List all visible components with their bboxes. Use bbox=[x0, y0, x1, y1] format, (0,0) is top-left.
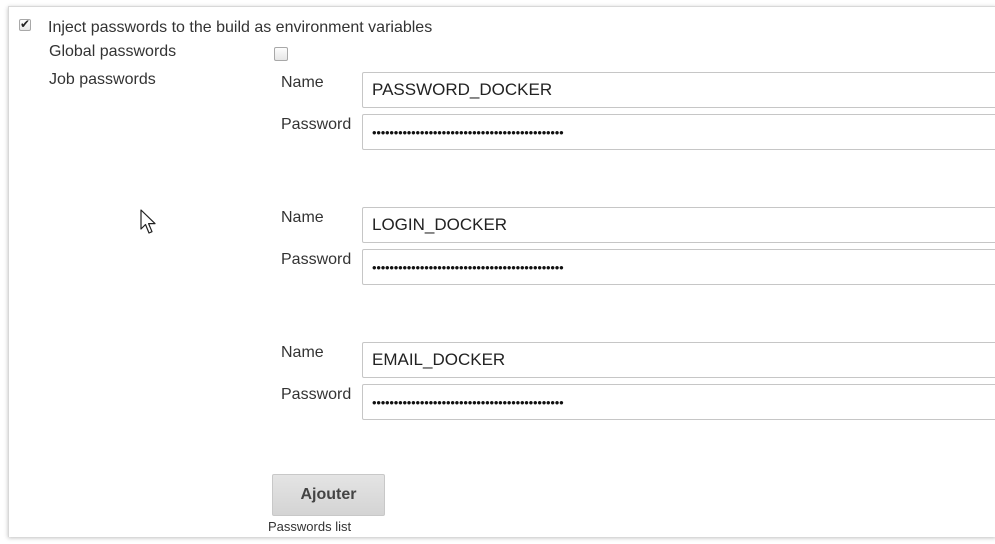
entry-password-input[interactable]: ••••••••••••••••••••••••••••••••••••••••… bbox=[362, 384, 995, 420]
passwords-list-hint: Passwords list bbox=[268, 519, 352, 534]
entry-name-input[interactable]: LOGIN_DOCKER bbox=[362, 207, 995, 243]
global-passwords-checkbox[interactable] bbox=[274, 47, 288, 61]
entry-name-label: Name bbox=[281, 209, 324, 226]
entry-password-label: Password bbox=[281, 386, 352, 403]
entry-password-input[interactable]: ••••••••••••••••••••••••••••••••••••••••… bbox=[362, 114, 995, 150]
entry-name-input[interactable]: PASSWORD_DOCKER bbox=[362, 72, 995, 108]
mouse-pointer-icon bbox=[140, 209, 156, 234]
entry-password-label: Password bbox=[281, 116, 352, 133]
inject-passwords-checkbox[interactable]: ✔ bbox=[19, 17, 31, 31]
entry-name-label: Name bbox=[281, 344, 324, 361]
global-passwords-label: Global passwords bbox=[49, 43, 177, 60]
passwords-config-panel: ✔ Inject passwords to the build as envir… bbox=[8, 6, 995, 537]
check-icon: ✔ bbox=[20, 17, 31, 31]
inject-passwords-label: Inject passwords to the build as environ… bbox=[48, 19, 433, 36]
entry-name-label: Name bbox=[281, 74, 324, 91]
add-password-button[interactable]: Ajouter bbox=[272, 474, 385, 516]
entry-password-label: Password bbox=[281, 251, 352, 268]
entry-name-input[interactable]: EMAIL_DOCKER bbox=[362, 342, 995, 378]
job-passwords-label: Job passwords bbox=[49, 71, 156, 88]
entry-password-input[interactable]: ••••••••••••••••••••••••••••••••••••••••… bbox=[362, 249, 995, 285]
